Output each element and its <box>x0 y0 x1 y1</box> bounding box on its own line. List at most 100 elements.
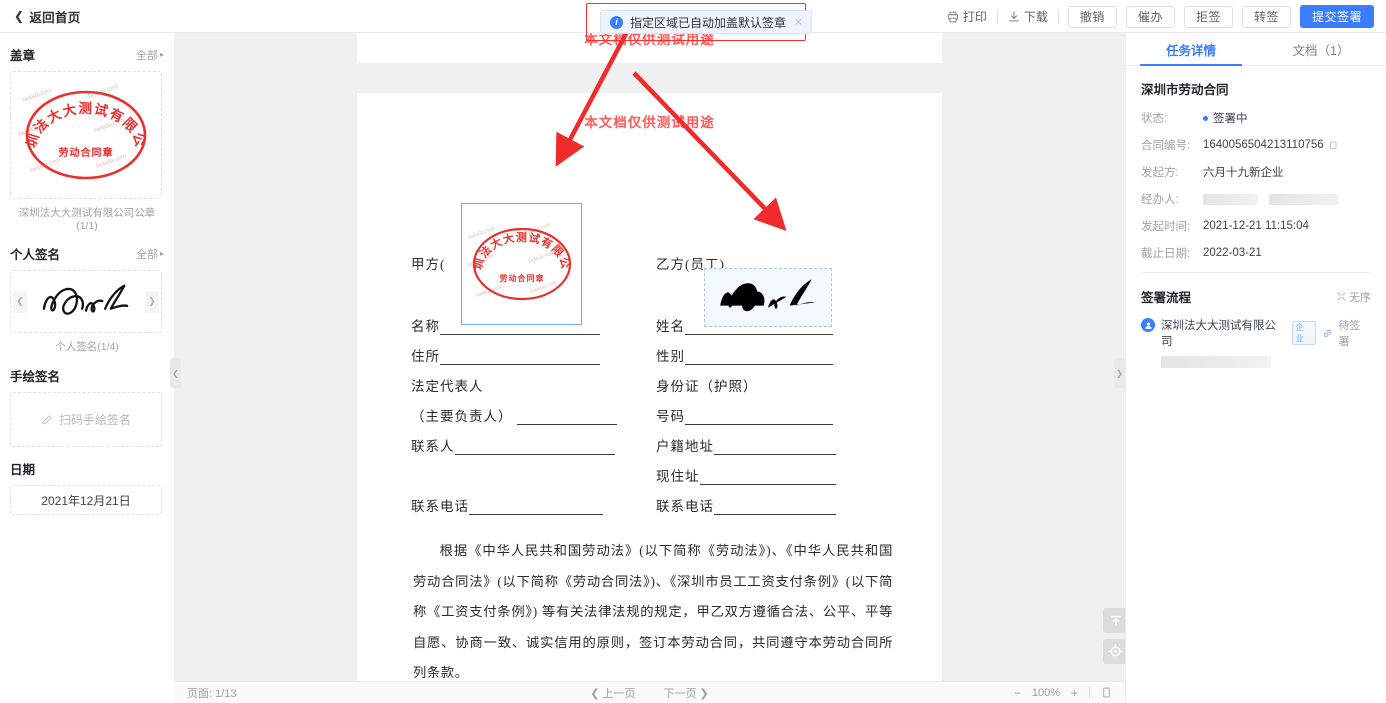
field-row: 法定代表人 <box>411 375 484 395</box>
page-indicator: 页面: 1/13 <box>187 687 237 700</box>
contract-number-text: 1640056504213110756 <box>1203 139 1324 151</box>
copy-icon[interactable] <box>1329 140 1339 151</box>
party-b-signature-slot[interactable] <box>704 268 832 327</box>
redacted-value <box>1161 356 1271 368</box>
reject-sign-button[interactable]: 拒签 <box>1183 5 1233 28</box>
field-row: 联系电话 <box>656 495 836 515</box>
field-underline <box>714 441 836 455</box>
detail-key: 发起时间: <box>1141 221 1191 233</box>
redacted-value <box>1203 193 1258 205</box>
back-home-button[interactable]: ❮ 返回首页 <box>14 7 81 26</box>
field-label: 联系电话 <box>411 499 469 514</box>
download-label: 下载 <box>1023 10 1048 24</box>
arrow-up-bar-icon <box>1110 615 1121 626</box>
viewer-float-buttons <box>1103 608 1125 664</box>
signature-view-all-link[interactable]: 全部 ▸ <box>136 246 164 262</box>
signature-prev-arrow[interactable]: ❮ <box>13 290 27 313</box>
prev-page-button[interactable]: ❮ 上一页 <box>590 685 635 701</box>
printer-icon <box>947 11 958 22</box>
field-underline <box>685 411 833 425</box>
svg-text:深圳法大大测试有限公司: 深圳法大大测试有限公司 <box>11 72 148 149</box>
document-page-current: 本文档仅供测试用途 甲方( 乙方(员工) 名称 住所 法定代表人 （主要负责人）… <box>357 93 942 683</box>
personal-signature-title: 个人签名 <box>10 248 61 262</box>
signer-type-badge: 企业 <box>1291 321 1316 345</box>
field-row: 现住址 <box>656 465 836 485</box>
tab-task-detail[interactable]: 任务详情 <box>1126 33 1256 66</box>
signature-sidebar: 盖章 全部 ▸ fadada.com fadada.com fadada.com… <box>0 33 174 703</box>
company-stamp-card[interactable]: fadada.com fadada.com fadada.com fadada.… <box>10 71 162 199</box>
transfer-sign-button[interactable]: 转签 <box>1241 5 1291 28</box>
detail-value: 签署中 <box>1203 110 1248 126</box>
signer-avatar-icon <box>1141 318 1155 332</box>
task-detail-panel: 任务详情 文档（1） 深圳市劳动合同 状态: 签署中 合同编号: 1640056… <box>1125 33 1386 703</box>
status-dot-icon <box>1203 115 1208 121</box>
signature-view-all-label: 全部 <box>135 248 158 261</box>
stamp-section-title: 盖章 <box>10 49 36 63</box>
field-label: 名称 <box>411 319 440 334</box>
download-button[interactable]: 下载 <box>998 8 1058 25</box>
detail-row-contract-no: 合同编号: 1640056504213110756 <box>1141 137 1371 153</box>
contract-paragraph: 根据《中华人民共和国劳动法》(以下简称《劳动法》)、《中华人民共和国劳动合同法》… <box>413 543 893 680</box>
collapse-left-panel-handle[interactable]: ❮ <box>170 358 181 388</box>
placed-company-stamp: fadada.com fadada.com fadada.com fadada.… <box>463 215 572 301</box>
svg-text:劳动合同章: 劳动合同章 <box>59 146 114 159</box>
personal-signature-card[interactable]: ❮ ❯ <box>10 270 162 333</box>
detail-key: 发起方: <box>1141 167 1179 179</box>
svg-text:劳动合同章: 劳动合同章 <box>499 273 544 283</box>
tab-documents[interactable]: 文档（1） <box>1256 33 1386 65</box>
svg-text:深圳法大大测试有限公司: 深圳法大大测试有限公司 <box>463 215 572 271</box>
detail-row-handler: 经办人: <box>1141 191 1371 207</box>
panel-tabs: 任务详情 文档（1） <box>1126 33 1386 66</box>
user-icon <box>1144 322 1152 329</box>
date-stamp-card[interactable]: 2021年12月21日 <box>10 485 162 515</box>
document-viewer[interactable]: 本文档仅供测试用途 本文档仅供测试用途 甲方( 乙方(员工) 名称 住所 法定代… <box>174 33 1125 703</box>
zoom-out-button[interactable]: − <box>1014 686 1021 700</box>
field-underline <box>454 441 615 455</box>
document-page-previous: 本文档仅供测试用途 <box>357 33 942 63</box>
esign-app: ❮ 返回首页 打印 下载 撤销 催办 拒签 转签 提交签署 i 指定区域已自动加… <box>0 0 1386 703</box>
scan-handwrite-button[interactable]: 扫码手绘签名 <box>10 392 162 447</box>
link-icon[interactable] <box>1322 328 1333 339</box>
urge-button[interactable]: 催办 <box>1125 5 1175 28</box>
back-home-label: 返回首页 <box>29 10 81 25</box>
field-row: 住所 <box>411 345 600 365</box>
submit-sign-button[interactable]: 提交签署 <box>1299 5 1374 28</box>
divider <box>1057 9 1059 24</box>
signer-name: 深圳法大大测试有限公司 <box>1161 320 1276 348</box>
signature-next-arrow[interactable]: ❯ <box>145 290 159 313</box>
collapse-right-panel-handle[interactable]: ❯ <box>1114 358 1125 388</box>
field-label: 身份证（护照） <box>656 379 758 394</box>
revoke-button[interactable]: 撤销 <box>1067 5 1117 28</box>
stamp-view-all-link[interactable]: 全部 ▸ <box>136 47 164 63</box>
field-label: （主要负责人） <box>411 409 513 424</box>
detail-value: 2022-03-21 <box>1203 247 1262 259</box>
detail-row-status: 状态: 签署中 <box>1141 110 1371 126</box>
detail-row-initiator: 发起方: 六月十九新企业 <box>1141 164 1371 180</box>
field-label: 联系电话 <box>656 499 714 514</box>
field-underline <box>714 501 836 515</box>
panel-body: 深圳市劳动合同 状态: 签署中 合同编号: 164005650421311075… <box>1126 66 1386 373</box>
party-a-stamp-slot[interactable]: fadada.com fadada.com fadada.com fadada.… <box>461 203 582 325</box>
field-label: 法定代表人 <box>411 379 484 394</box>
handwritten-section-header: 手绘签名 <box>10 366 164 385</box>
detail-value: 六月十九新企业 <box>1203 167 1284 179</box>
status-text: 签署中 <box>1213 113 1248 125</box>
close-icon[interactable]: × <box>795 15 802 29</box>
flow-signer-item[interactable]: 深圳法大大测试有限公司 企业 待签署 <box>1141 317 1371 373</box>
fit-page-icon[interactable] <box>1101 686 1112 699</box>
field-row: （主要负责人） <box>411 405 617 425</box>
signer-line: 深圳法大大测试有限公司 企业 待签署 <box>1161 317 1371 349</box>
field-row: 联系人 <box>411 435 615 455</box>
flow-title: 签署流程 <box>1141 291 1192 305</box>
flow-order-toggle[interactable]: 无序 <box>1337 289 1371 305</box>
svg-text:fadada.com: fadada.com <box>467 225 496 241</box>
print-button[interactable]: 打印 <box>937 8 997 25</box>
flow-header: 签署流程 无序 <box>1141 287 1371 306</box>
scroll-top-icon[interactable] <box>1103 608 1125 633</box>
print-label: 打印 <box>962 10 987 24</box>
stamp-view-all-label: 全部 <box>135 49 158 62</box>
zoom-in-button[interactable]: + <box>1071 686 1078 700</box>
next-page-button[interactable]: 下一页 ❯ <box>664 685 709 701</box>
locate-icon[interactable] <box>1103 639 1125 664</box>
handwritten-signature-image <box>42 284 129 315</box>
